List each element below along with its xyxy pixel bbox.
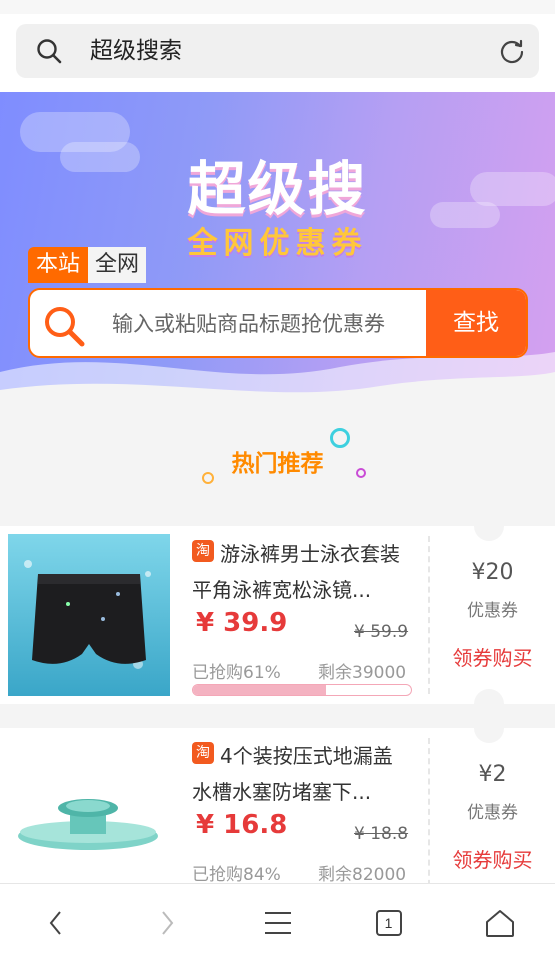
back-button[interactable] <box>0 884 111 961</box>
coupon-notch <box>474 689 504 719</box>
browser-top-bar: 超级搜索 <box>0 14 555 92</box>
status-bar <box>0 0 555 14</box>
sold-percent-text: 已抢购61% <box>192 663 281 683</box>
menu-button[interactable] <box>222 884 333 961</box>
coupon-label: 优惠券 <box>467 803 518 823</box>
home-icon <box>485 909 514 937</box>
claim-coupon-button[interactable]: 领券购买 <box>430 642 555 671</box>
remaining-stock-text: 剩余39000 <box>318 663 407 683</box>
coupon-banner: 超级搜 全网优惠券 本站 全网 输入或粘贴商品标题抢优惠券 查找 <box>0 92 555 402</box>
find-button[interactable]: 查找 <box>426 290 526 356</box>
tabs-button[interactable]: 1 <box>333 884 444 961</box>
hot-title: 热门推荐 <box>231 451 324 477</box>
coupon-notch <box>474 511 504 541</box>
search-icon <box>37 39 62 64</box>
product-image[interactable] <box>8 534 170 696</box>
remaining-stock-text: 剩余82000 <box>318 865 407 884</box>
tabs-icon: 1 <box>375 909 402 936</box>
forward-button[interactable] <box>111 884 222 961</box>
product-title[interactable]: 游泳裤男士泳衣套装平角泳裤宽松泳镜... <box>192 536 412 608</box>
scope-tab-all[interactable]: 全网 <box>88 247 146 283</box>
browser-bottom-nav: 1 <box>0 883 555 961</box>
banner-title: 超级搜 <box>187 155 368 223</box>
product-image[interactable] <box>8 736 170 884</box>
coupon-value: ¥2 <box>478 762 507 787</box>
home-button[interactable] <box>444 884 555 961</box>
browser-search-box[interactable]: 超级搜索 <box>16 24 539 78</box>
coupon-label: 优惠券 <box>467 601 518 621</box>
chevron-right-icon <box>161 910 173 935</box>
product-original-price: ¥ 59.9 <box>354 622 409 642</box>
chevron-left-icon <box>49 910 61 935</box>
sold-progress-bar <box>192 684 412 696</box>
coupon-search-bar: 输入或粘贴商品标题抢优惠券 查找 <box>28 288 528 358</box>
product-price: ¥ 16.8 <box>196 810 288 840</box>
product-card[interactable]: 淘 游泳裤男士泳衣套装平角泳裤宽松泳镜... ¥ 39.9 ¥ 59.9 已抢购… <box>0 511 555 719</box>
refresh-icon[interactable] <box>499 38 525 64</box>
product-card[interactable]: 淘 4个装按压式地漏盖水槽水塞防堵塞下... ¥ 16.8 ¥ 18.8 已抢购… <box>0 728 555 884</box>
coupon-search-input[interactable]: 输入或粘贴商品标题抢优惠券 <box>112 310 385 338</box>
coupon-value: ¥20 <box>471 560 514 585</box>
sold-percent-text: 已抢购84% <box>192 865 281 884</box>
sold-progress-fill <box>193 685 326 695</box>
claim-coupon-button[interactable]: 领券购买 <box>430 844 555 873</box>
product-title[interactable]: 4个装按压式地漏盖水槽水塞防堵塞下... <box>192 738 412 810</box>
browser-search-text: 超级搜索 <box>90 38 182 64</box>
menu-icon <box>264 911 291 934</box>
coupon-notch <box>474 728 504 743</box>
product-price: ¥ 39.9 <box>196 608 288 638</box>
product-original-price: ¥ 18.8 <box>354 824 409 844</box>
magnifier-icon <box>45 307 85 347</box>
scope-tab-site[interactable]: 本站 <box>28 247 88 283</box>
hot-section-header: 热门推荐 <box>0 402 555 526</box>
